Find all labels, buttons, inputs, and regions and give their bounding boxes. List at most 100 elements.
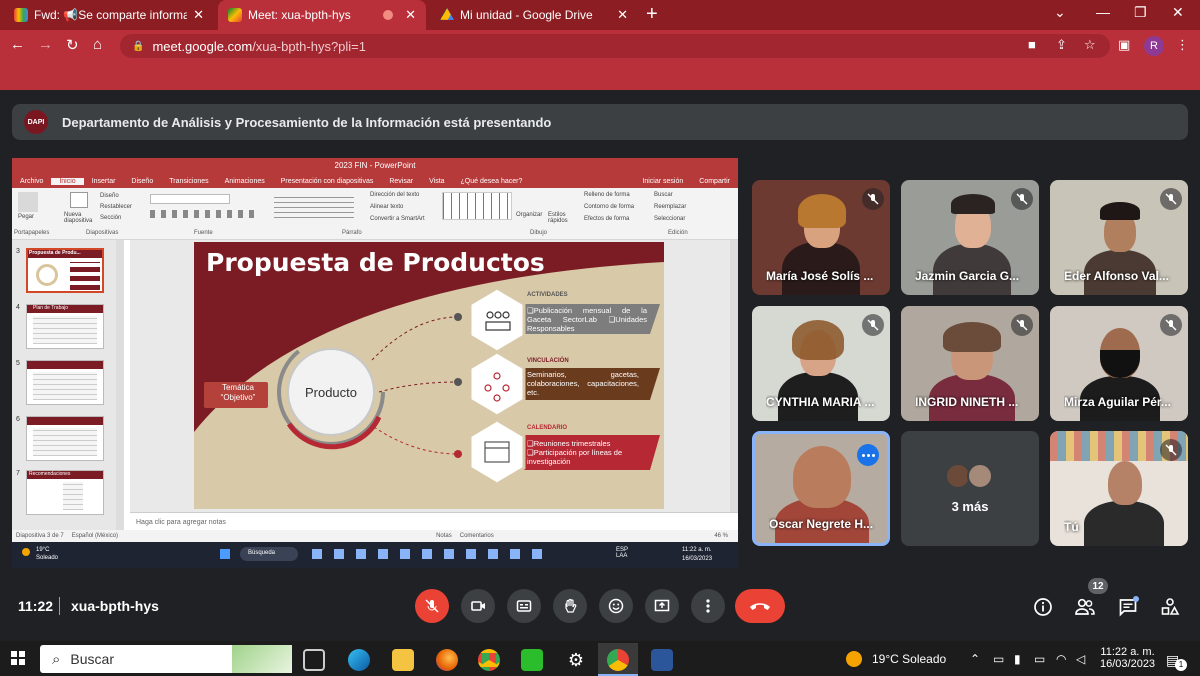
- quick-styles-button[interactable]: Estilos rápidos: [548, 212, 574, 224]
- tray-chevron-icon[interactable]: ⌃: [970, 652, 980, 666]
- ppt-tell-me[interactable]: ¿Qué desea hacer?: [453, 178, 531, 185]
- taskbar-weather[interactable]: 19°C Soleado: [872, 652, 946, 666]
- battery-icon[interactable]: ▭: [1034, 652, 1045, 666]
- align-text-button[interactable]: Alinear texto: [370, 204, 403, 210]
- smartart-button[interactable]: Convertir a SmartArt: [370, 216, 425, 222]
- edge-icon[interactable]: [348, 649, 370, 671]
- firefox-icon[interactable]: [436, 649, 458, 671]
- meeting-info-button[interactable]: [1032, 596, 1054, 618]
- chrome-icon[interactable]: [478, 649, 500, 671]
- reset-button[interactable]: Restablecer: [100, 204, 132, 210]
- tray-meet-icon[interactable]: ▭: [993, 652, 1004, 666]
- camera-toggle-button[interactable]: [461, 589, 495, 623]
- taskbar-clock[interactable]: 11:22 a. m. 16/03/2023: [1100, 646, 1155, 670]
- activities-button[interactable]: [1159, 596, 1181, 618]
- camtasia-icon[interactable]: [521, 649, 543, 671]
- minimize-icon[interactable]: —: [1096, 4, 1110, 20]
- replace-button[interactable]: Reemplazar: [654, 204, 686, 210]
- close-icon[interactable]: ✕: [405, 7, 416, 23]
- tab-search-icon[interactable]: ⌄: [1054, 4, 1066, 21]
- tab-drive[interactable]: Mi unidad - Google Drive ✕: [430, 0, 638, 30]
- mic-toggle-button[interactable]: [415, 589, 449, 623]
- leave-call-button[interactable]: [735, 589, 785, 623]
- settings-icon[interactable]: ⚙: [565, 649, 587, 671]
- shape-outline-button[interactable]: Contorno de forma: [584, 204, 634, 210]
- address-bar[interactable]: 🔒 meet.google.com /xua-bpth-hys?pli=1: [120, 34, 1110, 58]
- reactions-button[interactable]: [599, 589, 633, 623]
- ppt-tab[interactable]: Transiciones: [161, 178, 216, 185]
- slide-scrollbar[interactable]: [730, 240, 738, 512]
- ppt-tab[interactable]: Revisar: [381, 178, 421, 185]
- present-button[interactable]: [645, 589, 679, 623]
- chat-button[interactable]: [1117, 596, 1139, 618]
- star-icon[interactable]: ☆: [1084, 37, 1096, 53]
- forward-icon[interactable]: →: [38, 36, 53, 53]
- wifi-icon[interactable]: ◠: [1056, 652, 1066, 666]
- sidepanel-icon[interactable]: ▣: [1118, 37, 1130, 53]
- participant-tile-speaking[interactable]: Oscar Negrete H...: [752, 431, 890, 546]
- file-explorer-icon[interactable]: [392, 649, 414, 671]
- shared-screen[interactable]: 2023 FIN - PowerPoint Archivo Inicio Ins…: [12, 158, 738, 568]
- tab-gmail[interactable]: Fwd: 📢Se comparte informació ✕: [4, 0, 214, 30]
- shapes-gallery[interactable]: [442, 192, 512, 220]
- notes-toggle[interactable]: Notas: [436, 533, 452, 539]
- new-tab-button[interactable]: +: [646, 3, 658, 25]
- shape-fill-button[interactable]: Relleno de forma: [584, 192, 630, 198]
- ppt-tab[interactable]: Animaciones: [217, 178, 273, 185]
- self-tile[interactable]: Tú: [1050, 431, 1188, 546]
- section-button[interactable]: Sección: [100, 215, 121, 221]
- participant-tile[interactable]: INGRID NINETH ...: [901, 306, 1039, 421]
- participant-tile[interactable]: María José Solís ...: [752, 180, 890, 295]
- camera-icon[interactable]: ■: [1028, 37, 1036, 52]
- home-icon[interactable]: ⌂: [93, 36, 102, 53]
- slide-thumb[interactable]: Plan de Trabajo: [26, 304, 104, 349]
- back-icon[interactable]: ←: [10, 36, 25, 53]
- new-slide-icon[interactable]: [70, 192, 88, 208]
- close-icon[interactable]: ✕: [193, 7, 204, 23]
- volume-icon[interactable]: ◁: [1076, 652, 1085, 666]
- font-format-buttons[interactable]: [150, 210, 260, 218]
- share-icon[interactable]: ⇪: [1056, 37, 1067, 53]
- more-participants-tile[interactable]: 3 más: [901, 431, 1039, 546]
- avatar[interactable]: R: [1144, 36, 1164, 56]
- ppt-signin[interactable]: Iniciar sesión: [634, 178, 691, 185]
- slide-thumb[interactable]: [26, 360, 104, 405]
- tray-mic-icon[interactable]: ▮: [1014, 652, 1021, 666]
- current-slide[interactable]: Propuesta de Productos Temática “Objetiv…: [194, 242, 664, 509]
- select-button[interactable]: Seleccionar: [654, 216, 685, 222]
- find-button[interactable]: Buscar: [654, 192, 673, 198]
- taskbar-search[interactable]: ⌕ Buscar: [40, 645, 292, 673]
- participant-tile[interactable]: Mirza Aguilar Pér...: [1050, 306, 1188, 421]
- slide-thumb[interactable]: [26, 416, 104, 461]
- task-view-icon[interactable]: [303, 649, 325, 671]
- ppt-tab-home[interactable]: Inicio: [51, 177, 84, 185]
- layout-button[interactable]: Diseño: [100, 193, 119, 199]
- ppt-tab[interactable]: Diseño: [123, 178, 161, 185]
- close-icon[interactable]: ✕: [617, 7, 628, 23]
- participant-tile[interactable]: Jazmin Garcia G...: [901, 180, 1039, 295]
- ppt-tab[interactable]: Archivo: [12, 178, 51, 185]
- ppt-tab[interactable]: Vista: [421, 178, 452, 185]
- slide-thumb[interactable]: Recomendaciones: [26, 470, 104, 515]
- shape-effects-button[interactable]: Efectos de forma: [584, 216, 629, 222]
- ppt-tab[interactable]: Presentación con diapositivas: [273, 178, 382, 185]
- reload-icon[interactable]: ↻: [66, 36, 79, 54]
- paste-icon[interactable]: [18, 192, 38, 212]
- thumbs-scrollbar[interactable]: [116, 240, 124, 538]
- more-options-button[interactable]: [691, 589, 725, 623]
- ppt-tab[interactable]: Insertar: [84, 178, 124, 185]
- text-direction-button[interactable]: Dirección del texto: [370, 192, 419, 198]
- maximize-icon[interactable]: ❐: [1134, 4, 1147, 21]
- slide-thumb[interactable]: Propuesta de Produ...: [26, 248, 104, 293]
- zoom-level[interactable]: 46 %: [714, 533, 728, 539]
- participant-tile[interactable]: Eder Alfonso Val...: [1050, 180, 1188, 295]
- menu-icon[interactable]: ⋮: [1176, 37, 1189, 53]
- arrange-button[interactable]: Organizar: [516, 212, 542, 218]
- captions-button[interactable]: [507, 589, 541, 623]
- start-button[interactable]: [11, 651, 25, 665]
- comments-toggle[interactable]: Comentarios: [460, 533, 494, 539]
- people-button[interactable]: [1074, 596, 1096, 618]
- chrome-profile-icon[interactable]: [607, 649, 629, 671]
- paragraph-buttons[interactable]: [274, 194, 354, 218]
- font-select[interactable]: [150, 194, 230, 204]
